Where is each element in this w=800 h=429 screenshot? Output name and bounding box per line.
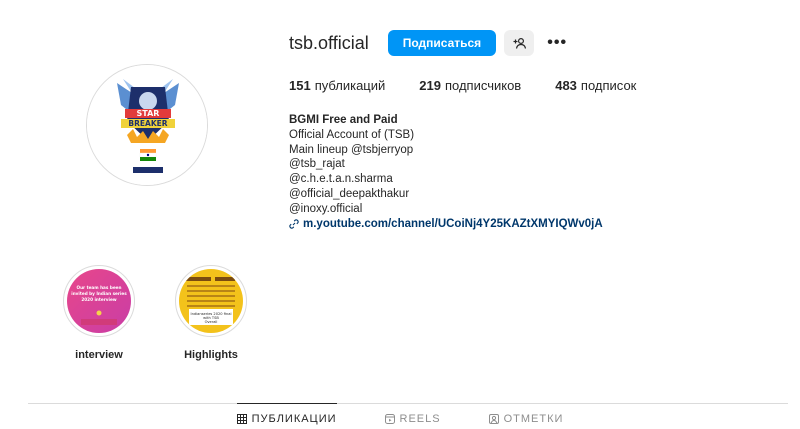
tab-posts-label: ПУБЛИКАЦИИ: [251, 412, 337, 425]
logo-text-star: STAR: [137, 109, 160, 118]
bio-line: Official Account of (TSB): [289, 128, 415, 141]
profile-bio: BGMI Free and Paid Official Account of (…: [289, 113, 769, 231]
stat-posts-value: 151: [289, 78, 311, 93]
profile-tabs: ПУБЛИКАЦИИ REELS ОТМЕТКИ: [0, 403, 800, 428]
tab-tagged[interactable]: ОТМЕТКИ: [488, 404, 564, 428]
cover-text: Overall: [205, 320, 218, 324]
bio-link-text: m.youtube.com/channel/UCoiNj4Y25KAZtXMYI…: [303, 217, 603, 230]
highlight-label: Highlights: [184, 349, 238, 361]
logo-text-breaker: BREAKER: [128, 119, 167, 128]
tagged-icon: [488, 414, 499, 424]
profile-avatar[interactable]: STAR BREAKER: [86, 64, 208, 186]
cover-text: Our team has been: [77, 285, 122, 290]
tab-reels[interactable]: REELS: [384, 404, 441, 428]
person-add-icon: [513, 37, 526, 49]
stat-followers-value: 219: [419, 78, 441, 93]
highlight-cover-image: Our team has been invited by Indian seri…: [67, 269, 131, 333]
bio-line-mention[interactable]: @c.h.e.t.a.n.sharma: [289, 172, 769, 187]
highlight-label: interview: [75, 349, 123, 361]
cover-text: 2020 interview: [81, 297, 116, 302]
profile-action-row: tsb.official Подписаться •••: [289, 30, 769, 56]
bio-line-mention[interactable]: Main lineup @tsbjerryop: [289, 143, 769, 158]
stat-followers[interactable]: 219 подписчиков: [419, 78, 521, 93]
highlight-cover-interview: Our team has been invited by Indian seri…: [67, 269, 131, 333]
highlight-highlights[interactable]: Indianseries 2020 final with TSB Overall…: [174, 265, 248, 361]
team-logo-image: STAR BREAKER: [87, 65, 207, 185]
highlight-cover-highlights: Indianseries 2020 final with TSB Overall: [179, 269, 243, 333]
link-icon: [289, 219, 299, 229]
stat-following[interactable]: 483 подписок: [555, 78, 636, 93]
more-options-button[interactable]: •••: [546, 30, 568, 56]
bio-line-mention[interactable]: @inoxy.official: [289, 202, 769, 217]
profile-header: tsb.official Подписаться ••• 151 публика…: [289, 30, 769, 231]
tab-reels-label: REELS: [399, 413, 441, 425]
stat-following-label: подписок: [580, 78, 637, 93]
profile-stats: 151 публикаций 219 подписчиков 483 подпи…: [289, 78, 769, 93]
stat-followers-label: подписчиков: [444, 78, 522, 93]
tab-tagged-label: ОТМЕТКИ: [503, 413, 564, 425]
tab-posts[interactable]: ПУБЛИКАЦИИ: [236, 403, 337, 427]
stat-posts-label: публикаций: [314, 78, 386, 93]
bio-external-link[interactable]: m.youtube.com/channel/UCoiNj4Y25KAZtXMYI…: [289, 217, 769, 232]
highlight-interview[interactable]: Our team has been invited by Indian seri…: [62, 265, 136, 361]
reels-icon: [384, 414, 395, 424]
highlight-cover-image: Indianseries 2020 final with TSB Overall: [179, 269, 243, 333]
highlight-cover-ring: Indianseries 2020 final with TSB Overall: [175, 265, 247, 337]
bio-name: BGMI Free and Paid: [289, 114, 398, 126]
suggested-accounts-button[interactable]: [504, 30, 535, 56]
highlight-cover-ring: Our team has been invited by Indian seri…: [63, 265, 135, 337]
stat-posts: 151 публикаций: [289, 78, 385, 93]
follow-button[interactable]: Подписаться: [387, 30, 497, 56]
bio-line-mention[interactable]: @tsb_rajat: [289, 157, 769, 172]
cover-text: invited by Indian series: [71, 291, 127, 296]
bio-line-mention[interactable]: @official_deepakthakur: [289, 187, 769, 202]
story-highlights: Our team has been invited by Indian seri…: [62, 265, 248, 361]
profile-username: tsb.official: [289, 32, 369, 53]
stat-following-value: 483: [555, 78, 577, 93]
grid-icon: [236, 413, 247, 424]
